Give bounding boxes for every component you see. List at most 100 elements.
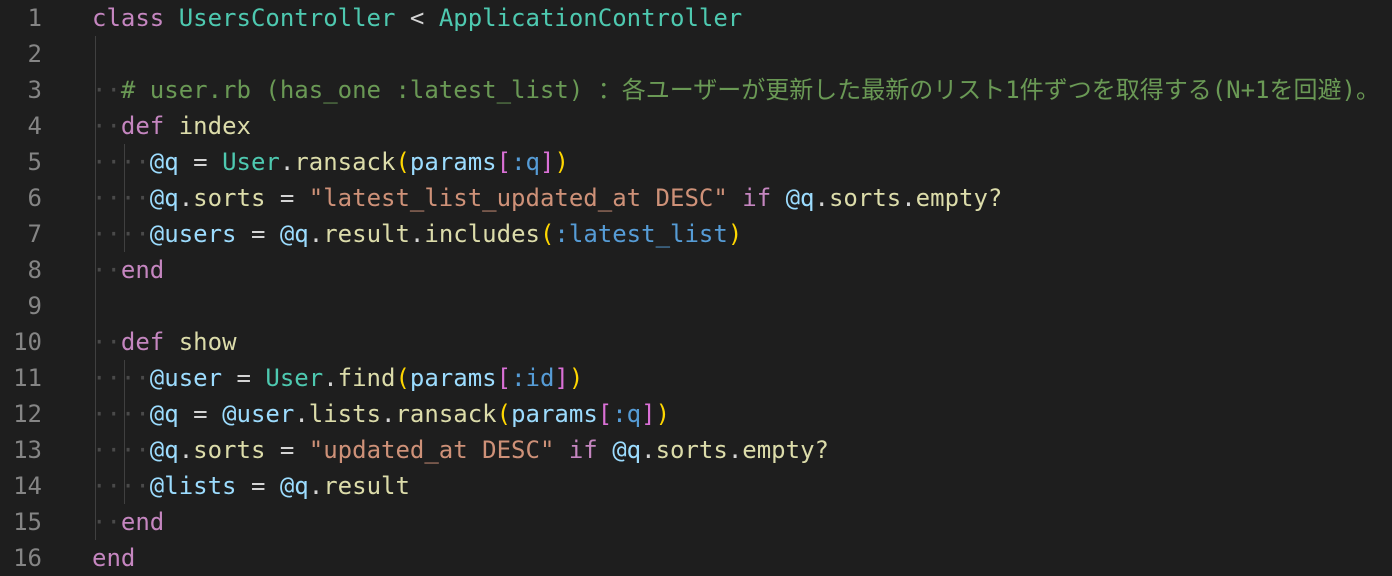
whitespace-marker: ···· [92,220,150,248]
code-token: ransack [294,148,396,176]
code-token: ) [727,220,743,248]
code-text: ··end [92,504,164,540]
whitespace-marker: ···· [92,472,150,500]
code-text: ··def show [92,324,237,360]
code-token: show [178,328,237,356]
code-token: params [409,364,497,392]
line-number: 2 [27,40,42,68]
code-token: = [265,184,309,212]
code-editor[interactable]: 1 class UsersController < ApplicationCont… [0,0,1392,572]
code-text: ····@q.sorts = "updated_at DESC" if @q.s… [92,432,829,468]
code-text: ····@users = @q.result.includes(:latest_… [92,216,742,252]
code-line[interactable]: 1 class UsersController < ApplicationCont… [0,0,1392,36]
code-token: class [92,4,165,32]
code-token: empty? [742,436,829,464]
code-token: empty? [915,184,1003,212]
whitespace-marker: ···· [92,364,150,392]
code-text: ····@q = @user.lists.ransack(params[:q]) [92,396,670,432]
code-token: @q [149,184,179,212]
code-token: @users [149,220,237,248]
whitespace-marker: ·· [92,508,121,536]
code-token: < [395,4,439,32]
code-text: ····@lists = @q.result [92,468,410,504]
line-number: 13 [13,436,42,464]
line-number: 1 [27,4,42,32]
code-token: # user.rb (has_one :latest_list) ：各ユーザーが… [120,76,1380,104]
code-line[interactable]: 7 ····@users = @q.result.includes(:latest… [0,216,1392,252]
code-token: = [236,472,280,500]
code-token: @user [222,400,295,428]
line-number: 6 [27,184,42,212]
code-text: class UsersController < ApplicationContr… [92,0,742,36]
code-token: @q [149,436,179,464]
code-token: ) [568,364,584,392]
code-token: :q [612,400,642,428]
code-token: params [511,400,598,428]
code-token: . [178,184,194,212]
line-number: 16 [13,544,42,572]
code-line[interactable]: 9 [0,288,1392,324]
code-token: UsersController [178,4,396,32]
code-line[interactable]: 13 ····@q.sorts = "updated_at DESC" if @q… [0,432,1392,468]
code-token: ransack [395,400,497,428]
code-line[interactable]: 6 ····@q.sorts = "latest_list_updated_at … [0,180,1392,216]
code-text: ····@user = User.find(params[:id]) [92,360,583,396]
line-number: 11 [13,364,42,392]
code-token: User [265,364,324,392]
code-token: = [236,220,280,248]
code-line[interactable]: 5 ····@q = User.ransack(params[:q]) [0,144,1392,180]
code-line[interactable]: 15 ··end [0,504,1392,540]
code-text: end [92,540,135,576]
code-token: . [323,364,338,392]
whitespace-marker: ···· [92,400,150,428]
code-token: @q [612,436,642,464]
code-line[interactable]: 4 ··def index [0,108,1392,144]
line-number: 12 [13,400,42,428]
code-token: . [381,400,396,428]
code-line[interactable]: 10 ··def show [0,324,1392,360]
code-line[interactable]: 12 ····@q = @user.lists.ransack(params[:q… [0,396,1392,432]
code-token: . [308,220,324,248]
code-token: . [409,220,425,248]
code-line[interactable]: 16 end [0,540,1392,576]
code-text: ··end [92,252,164,288]
code-token: :id [511,364,555,392]
code-token: [ [496,364,512,392]
code-token: lists [308,400,382,428]
code-token: if [568,436,598,464]
whitespace-marker: ···· [92,436,150,464]
code-text: ··def index [92,108,251,144]
code-line[interactable]: 14 ····@lists = @q.result [0,468,1392,504]
code-token: [ [496,148,512,176]
code-token: find [337,364,396,392]
code-token: end [92,544,136,572]
code-token: User [222,148,280,176]
code-line[interactable]: 8 ··end [0,252,1392,288]
code-line[interactable]: 2 [0,36,1392,72]
code-token: sorts [193,184,266,212]
code-token: ( [395,364,410,392]
code-token: if [742,184,772,212]
code-token: . [308,472,324,500]
whitespace-marker: ···· [92,184,150,212]
code-token: = [178,148,223,176]
code-token: @q [149,400,179,428]
code-token: @lists [149,472,237,500]
code-token: ] [539,148,555,176]
whitespace-marker: ·· [92,328,121,356]
code-token: @q [149,148,179,176]
code-token: sorts [193,436,266,464]
code-line[interactable]: 3 ··# user.rb (has_one :latest_list) ：各ユー… [0,72,1392,108]
code-token: ( [496,400,512,428]
code-token: :q [511,148,540,176]
line-number: 4 [27,112,42,140]
code-token: ] [641,400,656,428]
code-text: ····@q.sorts = "latest_list_updated_at D… [92,180,1002,216]
code-line[interactable]: 11 ····@user = User.find(params[:id]) [0,360,1392,396]
